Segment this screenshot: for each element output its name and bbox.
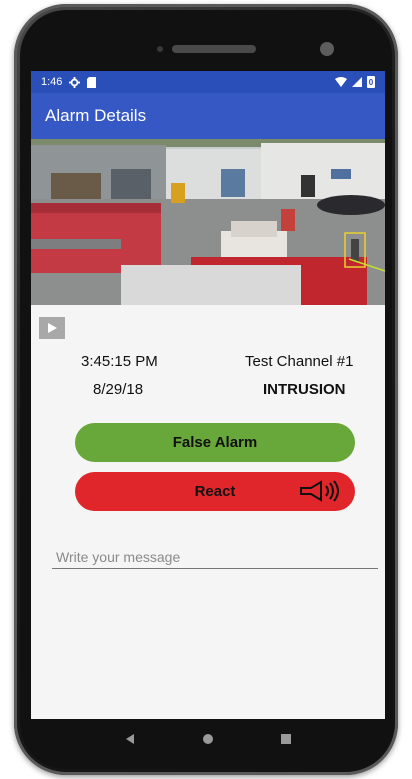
status-bar: 1:46 0 [31, 71, 385, 93]
play-icon [48, 323, 57, 333]
page-title: Alarm Details [45, 106, 147, 125]
alarm-type: INTRUSION [263, 381, 346, 398]
false-alarm-button[interactable]: False Alarm [75, 423, 355, 462]
false-alarm-label: False Alarm [172, 434, 258, 451]
wifi-icon [335, 77, 347, 87]
device-screen: 1:46 0 Alarm Details 3:45:15 PM Test Cha… [31, 71, 385, 719]
message-input[interactable] [52, 545, 378, 569]
react-button[interactable]: React [75, 472, 355, 511]
megaphone-icon [300, 480, 339, 502]
signal-icon [352, 77, 362, 87]
video-preview[interactable] [31, 139, 385, 305]
play-button[interactable] [39, 317, 65, 339]
earpiece-speaker [172, 45, 256, 53]
alarm-time: 3:45:15 PM [81, 353, 158, 370]
sd-card-icon [87, 76, 97, 88]
battery-icon: 0 [367, 76, 375, 88]
navigation-bar [31, 719, 385, 759]
status-time: 1:46 [41, 76, 63, 88]
proximity-sensor [157, 46, 163, 52]
camera-snapshot [31, 139, 385, 305]
alarm-channel: Test Channel #1 [245, 353, 354, 370]
recents-icon[interactable] [280, 733, 292, 745]
front-camera [320, 42, 334, 56]
alarm-date: 8/29/18 [93, 381, 144, 398]
gear-icon [69, 76, 81, 88]
react-label: React [194, 483, 236, 500]
app-bar: Alarm Details [31, 93, 385, 139]
home-icon[interactable] [202, 733, 214, 745]
back-icon[interactable] [124, 733, 136, 745]
